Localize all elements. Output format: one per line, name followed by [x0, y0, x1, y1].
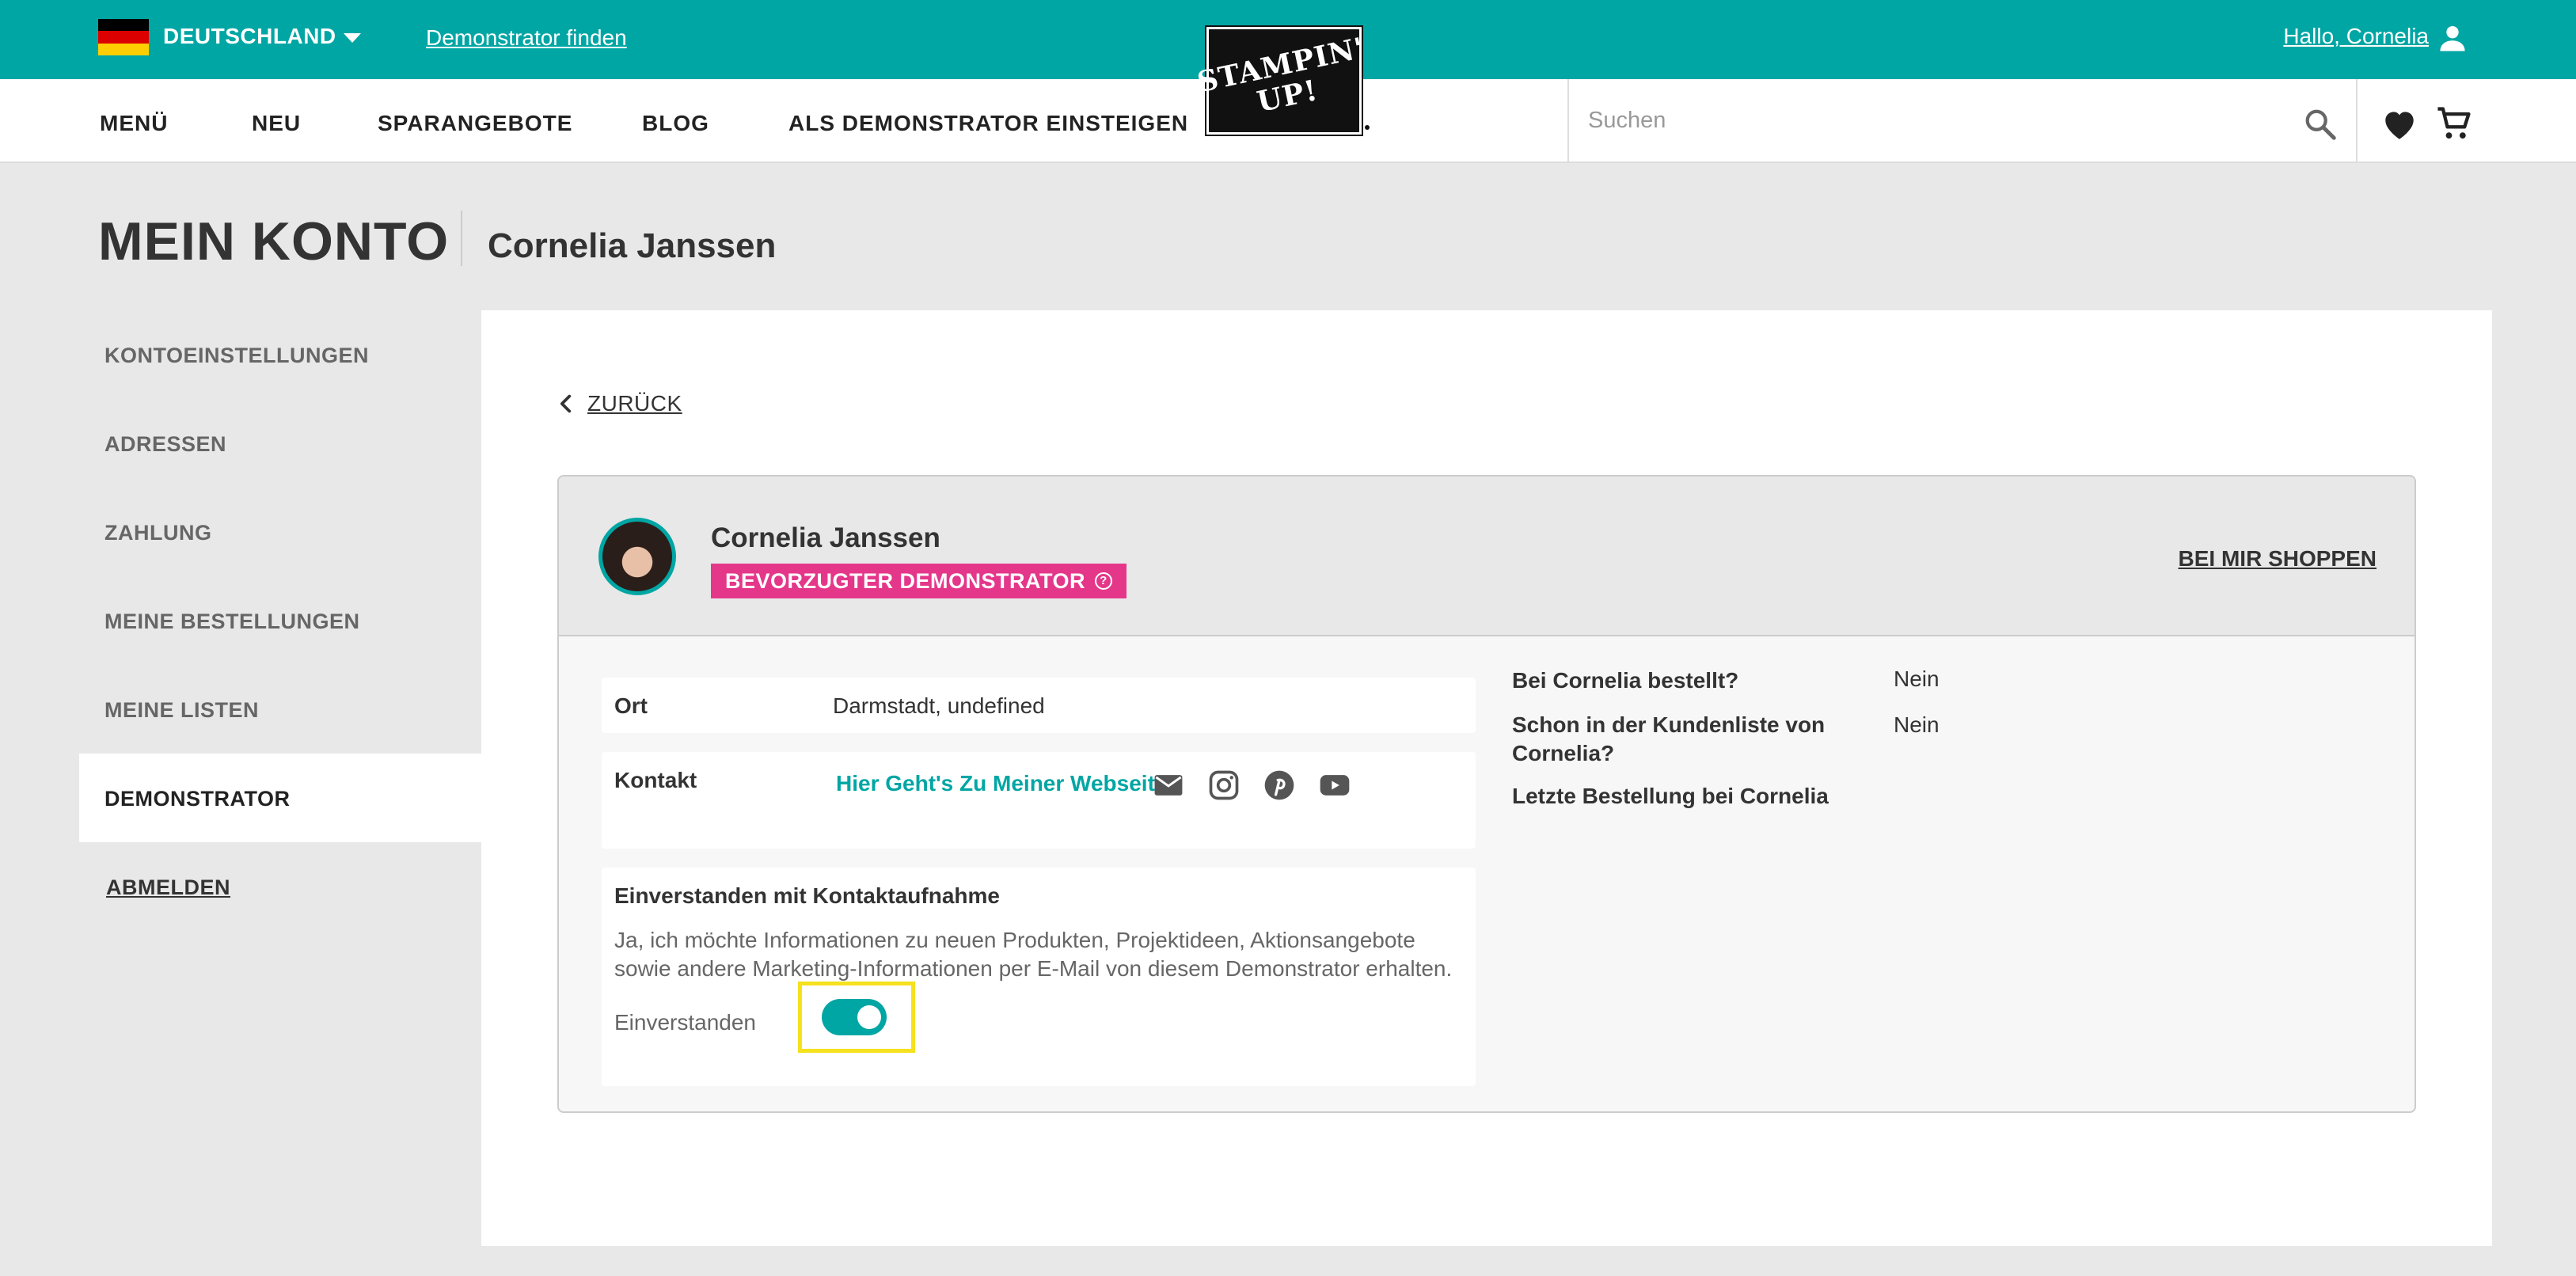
- search-input[interactable]: [1588, 103, 2269, 138]
- ordered-from-label: Bei Cornelia bestellt?: [1512, 668, 1739, 693]
- sidebar-item-my-lists[interactable]: MEINE LISTEN: [104, 698, 259, 723]
- nav-sale[interactable]: SPARANGEBOTE: [378, 111, 572, 136]
- back-link[interactable]: ZURÜCK: [557, 391, 682, 416]
- cart-icon[interactable]: [2434, 103, 2475, 144]
- search-icon[interactable]: [2302, 106, 2339, 142]
- page-subtitle: Cornelia Janssen: [488, 226, 777, 265]
- location-value: Darmstadt, undefined: [833, 693, 1045, 718]
- location-label: Ort: [614, 693, 648, 718]
- youtube-icon[interactable]: [1317, 768, 1352, 803]
- ordered-from-value: Nein: [1894, 666, 1940, 691]
- consent-title: Einverstanden mit Kontaktaufnahme: [614, 883, 1000, 908]
- preferred-demonstrator-badge: BEVORZUGTER DEMONSTRATOR ?: [711, 564, 1127, 598]
- sidebar-item-my-orders[interactable]: MEINE BESTELLUNGEN: [104, 610, 360, 634]
- pinterest-icon[interactable]: [1262, 768, 1297, 803]
- sidebar-item-payment[interactable]: ZAHLUNG: [104, 521, 211, 545]
- nav-new[interactable]: NEU: [252, 111, 301, 136]
- page-title: MEIN KONTO: [98, 211, 450, 272]
- consent-row: Einverstanden mit Kontaktaufnahme Ja, ic…: [602, 868, 1476, 1086]
- email-icon[interactable]: [1151, 768, 1186, 803]
- find-demonstrator-link[interactable]: Demonstrator finden: [426, 25, 627, 51]
- shop-with-me-link[interactable]: BEI MIR SHOPPEN: [2179, 546, 2377, 572]
- sidebar-logout-link[interactable]: ABMELDEN: [106, 875, 230, 900]
- help-icon[interactable]: ?: [1095, 572, 1113, 590]
- country-selector-label[interactable]: DEUTSCHLAND: [163, 24, 336, 49]
- nav-menu[interactable]: MENÜ: [100, 111, 168, 136]
- consent-label: Einverstanden: [614, 1010, 757, 1035]
- consent-text: Ja, ich möchte Informationen zu neuen Pr…: [614, 928, 1453, 981]
- stampin-up-logo[interactable]: STAMPIN' UP!: [1195, 25, 1367, 136]
- search-box: [1567, 79, 2358, 161]
- contact-row: Kontakt Hier Geht's Zu Meiner Webseite: [602, 752, 1476, 849]
- last-order-label: Letzte Bestellung bei Cornelia: [1512, 784, 1829, 808]
- location-row: Ort Darmstadt, undefined: [602, 678, 1476, 733]
- avatar: [598, 518, 676, 595]
- customer-list-label: Schon in der Kundenliste von Cornelia?: [1512, 712, 1826, 765]
- user-icon[interactable]: [2435, 21, 2470, 55]
- title-divider: [461, 211, 462, 266]
- card-header: Cornelia Janssen BEVORZUGTER DEMONSTRATO…: [559, 477, 2415, 636]
- germany-flag-icon: [98, 19, 149, 55]
- nav-become-demonstrator[interactable]: ALS DEMONSTRATOR EINSTEIGEN: [788, 111, 1188, 136]
- chevron-left-icon: [560, 394, 572, 413]
- demonstrator-card: Cornelia Janssen BEVORZUGTER DEMONSTRATO…: [557, 475, 2416, 1113]
- nav-blog[interactable]: BLOG: [642, 111, 709, 136]
- instagram-icon[interactable]: [1206, 768, 1241, 803]
- customer-list-value: Nein: [1894, 712, 1940, 737]
- back-label: ZURÜCK: [587, 391, 682, 416]
- consent-toggle[interactable]: [822, 999, 887, 1035]
- sidebar-item-addresses[interactable]: ADRESSEN: [104, 432, 226, 457]
- heart-icon[interactable]: [2380, 104, 2419, 144]
- sidebar-item-account-settings[interactable]: KONTOEINSTELLUNGEN: [104, 344, 369, 368]
- account-greeting-link[interactable]: Hallo, Cornelia: [2283, 24, 2429, 49]
- logo-trademark-dot: [1365, 125, 1370, 130]
- chevron-down-icon[interactable]: [344, 33, 361, 43]
- toggle-knob: [857, 1005, 881, 1029]
- sidebar-item-demonstrator[interactable]: DEMONSTRATOR: [104, 787, 291, 811]
- website-link[interactable]: Hier Geht's Zu Meiner Webseite: [836, 771, 1167, 796]
- contact-label: Kontakt: [614, 768, 697, 792]
- demonstrator-name: Cornelia Janssen: [711, 522, 940, 553]
